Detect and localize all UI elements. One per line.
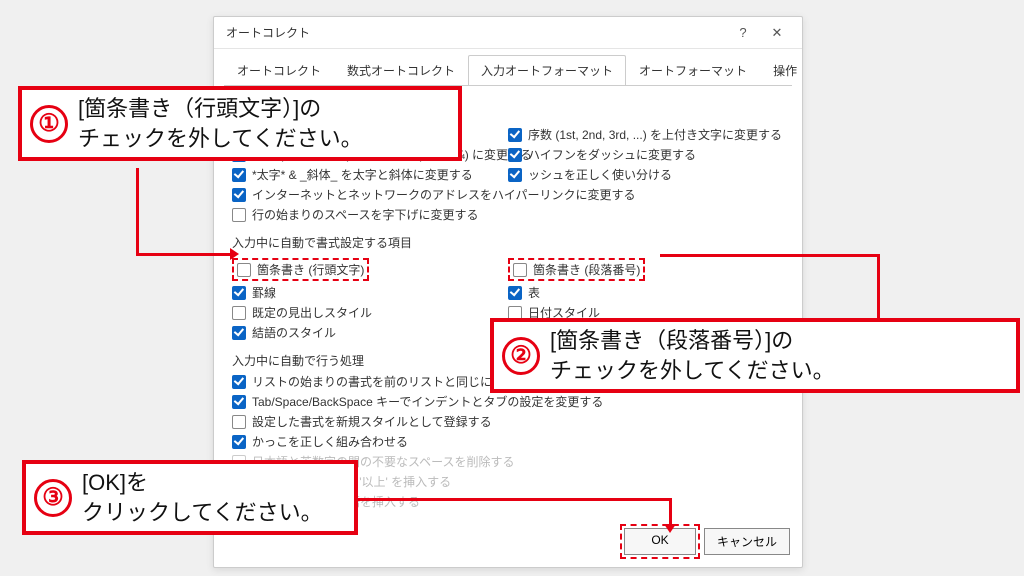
s1r-2-label: ッシュを正しく使い分ける [528, 166, 672, 183]
callout-2-text: [箇条書き（段落番号）]のチェックを外してください。 [550, 326, 835, 385]
s2l-1-checkbox[interactable] [232, 286, 246, 300]
s1l-2-row: *太字* & _斜体_ を太字と斜体に変更する [232, 166, 508, 183]
s3-3-row: かっこを正しく組み合わせる [232, 433, 784, 450]
s3-3-label: かっこを正しく組み合わせる [252, 433, 408, 450]
s1l-2-checkbox[interactable] [232, 168, 246, 182]
s1r-1-row: ハイフンをダッシュに変更する [508, 146, 784, 163]
s3-3-checkbox[interactable] [232, 435, 246, 449]
s2l-3-checkbox[interactable] [232, 326, 246, 340]
callout-3: ③ [OK]をクリックしてください。 [22, 460, 358, 535]
s1r-0-row: 序数 (1st, 2nd, 3rd, ...) を上付き文字に変更する [508, 126, 784, 143]
s3-2-label: 設定した書式を新規スタイルとして登録する [252, 413, 492, 430]
s1l-4-checkbox[interactable] [232, 208, 246, 222]
callout-1-text: [箇条書き（行頭文字）]のチェックを外してください。 [78, 94, 363, 153]
callout-2-num: ② [502, 337, 540, 375]
s2r-1-row: 表 [508, 284, 784, 301]
tab-actions[interactable]: 操作 [760, 55, 810, 86]
s3-2-row: 設定した書式を新規スタイルとして登録する [232, 413, 784, 430]
tab-math-autocorrect[interactable]: 数式オートコレクト [334, 55, 468, 86]
callout-1-num: ① [30, 105, 68, 143]
s2r-0-row: 箇条書き (段落番号) [508, 258, 784, 281]
s2l-3-label: 結語のスタイル [252, 324, 336, 341]
s2l-1-label: 罫線 [252, 284, 276, 301]
s3-1-row: Tab/Space/BackSpace キーでインデントとタブの設定を変更する [232, 393, 784, 410]
help-button[interactable]: ? [726, 17, 760, 49]
s2l-0-label: 箇条書き (行頭文字) [257, 261, 364, 278]
s1r-1-label: ハイフンをダッシュに変更する [528, 146, 696, 163]
cancel-button[interactable]: キャンセル [704, 528, 790, 555]
s1l-4-row: 行の始まりのスペースを字下げに変更する [232, 206, 508, 223]
s1r-1-checkbox[interactable] [508, 148, 522, 162]
s2l-1-row: 罫線 [232, 284, 508, 301]
callout-3-text: [OK]をクリックしてください。 [82, 468, 323, 527]
s1r-0-checkbox[interactable] [508, 128, 522, 142]
s1l-3-checkbox[interactable] [232, 188, 246, 202]
callout-1: ① [箇条書き（行頭文字）]のチェックを外してください。 [18, 86, 462, 161]
s2l-0-row: 箇条書き (行頭文字) [232, 258, 508, 281]
tabs: オートコレクト 数式オートコレクト 入力オートフォーマット オートフォーマット … [214, 49, 802, 86]
s1r-2-row: ッシュを正しく使い分ける [508, 166, 784, 183]
s2r-1-checkbox[interactable] [508, 286, 522, 300]
s3-2-checkbox[interactable] [232, 415, 246, 429]
dialog-title: オートコレクト [226, 24, 310, 41]
s3-1-label: Tab/Space/BackSpace キーでインデントとタブの設定を変更する [252, 393, 603, 410]
close-button[interactable]: ✕ [760, 17, 794, 49]
callout-2: ② [箇条書き（段落番号）]のチェックを外してください。 [490, 318, 1020, 393]
s3-0-checkbox[interactable] [232, 375, 246, 389]
callout-3-num: ③ [34, 479, 72, 517]
s2r-1-label: 表 [528, 284, 540, 301]
s1l-4-label: 行の始まりのスペースを字下げに変更する [252, 206, 479, 223]
s1r-2-checkbox[interactable] [508, 168, 522, 182]
s2l-2-checkbox[interactable] [232, 306, 246, 320]
s2r-0-checkbox[interactable] [513, 263, 527, 277]
s1l-2-label: *太字* & _斜体_ を太字と斜体に変更する [252, 166, 473, 183]
titlebar: オートコレクト ? ✕ [214, 17, 802, 49]
s2l-0-checkbox[interactable] [237, 263, 251, 277]
s1r-0-label: 序数 (1st, 2nd, 3rd, ...) を上付き文字に変更する [528, 126, 782, 143]
s3-0-label: リストの始まりの書式を前のリストと同じにする [252, 373, 516, 390]
tab-autoformat[interactable]: オートフォーマット [626, 55, 760, 86]
s2l-2-label: 既定の見出しスタイル [252, 304, 372, 321]
s3-1-checkbox[interactable] [232, 395, 246, 409]
s2l-3-row: 結語のスタイル [232, 324, 508, 341]
s2r-0-label: 箇条書き (段落番号) [533, 261, 640, 278]
section2-label: 入力中に自動で書式設定する項目 [232, 234, 784, 251]
s1l-3-row: インターネットとネットワークのアドレスをハイパーリンクに変更する [232, 186, 508, 203]
tab-autoformat-as-you-type[interactable]: 入力オートフォーマット [468, 55, 626, 86]
ok-button[interactable]: OK [624, 528, 696, 555]
tab-autocorrect[interactable]: オートコレクト [224, 55, 334, 86]
s2l-2-row: 既定の見出しスタイル [232, 304, 508, 321]
